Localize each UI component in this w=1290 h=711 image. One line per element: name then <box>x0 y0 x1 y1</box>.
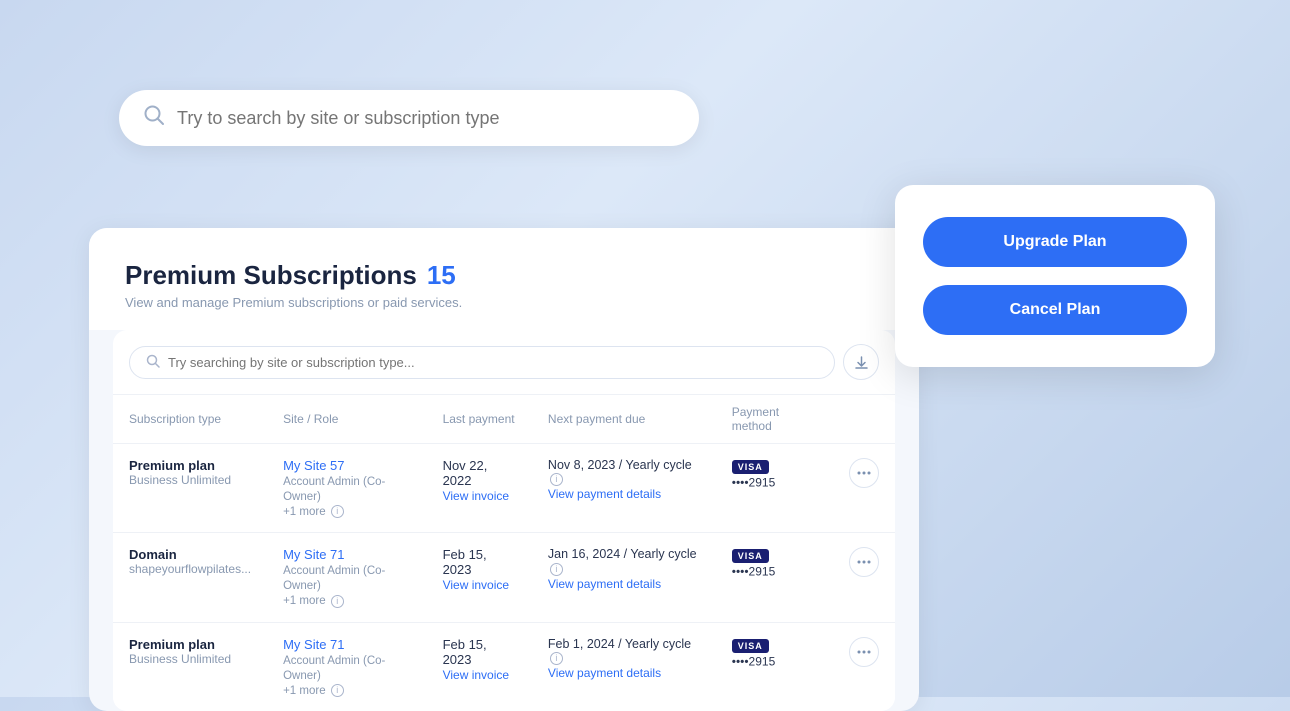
info-icon-2: i <box>331 684 344 697</box>
table-search-inner <box>129 346 835 379</box>
search-bar <box>119 90 699 146</box>
site-role-0: Account Admin (Co-Owner) <box>283 476 385 503</box>
cell-actions-0 <box>833 444 895 533</box>
table-row: Domain shapeyourflowpilates... My Site 7… <box>113 533 895 622</box>
action-card: Upgrade Plan Cancel Plan <box>895 185 1215 367</box>
next-payment-date-0: Nov 8, 2023 / Yearly cycle i <box>548 458 700 486</box>
site-link-2[interactable]: My Site 71 <box>283 637 344 652</box>
visa-badge-0: VISA <box>732 460 769 474</box>
more-dots-button-1[interactable] <box>849 547 879 577</box>
last-payment-date-1: Feb 15, 2023 <box>443 547 516 577</box>
site-link-0[interactable]: My Site 57 <box>283 458 344 473</box>
card-dots-2: ••••2915 <box>732 654 776 668</box>
cell-sub-type-1: Domain shapeyourflowpilates... <box>113 533 267 622</box>
sub-type-sub-1: shapeyourflowpilates... <box>129 562 251 576</box>
cell-site-role-2: My Site 71 Account Admin (Co-Owner) +1 m… <box>267 622 426 711</box>
cell-last-payment-0: Nov 22, 2022 View invoice <box>427 444 532 533</box>
last-payment-date-0: Nov 22, 2022 <box>443 458 516 488</box>
card-dots-1: ••••2915 <box>732 565 776 579</box>
search-icon <box>143 104 165 132</box>
cell-next-payment-0: Nov 8, 2023 / Yearly cycle i View paymen… <box>532 444 716 533</box>
cell-next-payment-2: Feb 1, 2024 / Yearly cycle i View paymen… <box>532 622 716 711</box>
view-invoice-link-1[interactable]: View invoice <box>443 578 509 592</box>
search-input[interactable] <box>177 108 675 129</box>
sub-type-sub-2: Business Unlimited <box>129 652 251 666</box>
col-actions <box>833 395 895 444</box>
panel-title-text: Premium Subscriptions <box>125 260 417 291</box>
info-icon-0: i <box>331 505 344 518</box>
cell-sub-type-2: Premium plan Business Unlimited <box>113 622 267 711</box>
cell-payment-method-0: VISA ••••2915 <box>716 444 833 533</box>
site-role-2: Account Admin (Co-Owner) <box>283 655 385 682</box>
cell-payment-method-2: VISA ••••2915 <box>716 622 833 711</box>
more-link-2: +1 more i <box>283 685 344 697</box>
cell-last-payment-2: Feb 15, 2023 View invoice <box>427 622 532 711</box>
next-info-icon-1: i <box>550 563 563 576</box>
col-last-payment: Last payment <box>427 395 532 444</box>
main-panel: Premium Subscriptions 15 View and manage… <box>89 228 919 711</box>
sub-type-main-2: Premium plan <box>129 637 251 652</box>
search-bar-container <box>119 90 699 146</box>
cell-payment-method-1: VISA ••••2915 <box>716 533 833 622</box>
more-link-0: +1 more i <box>283 506 344 518</box>
view-invoice-link-2[interactable]: View invoice <box>443 668 509 682</box>
col-subscription-type: Subscription type <box>113 395 267 444</box>
next-info-icon-0: i <box>550 473 563 486</box>
view-payment-link-1[interactable]: View payment details <box>548 577 661 591</box>
col-next-payment: Next payment due <box>532 395 716 444</box>
download-button[interactable] <box>843 344 879 380</box>
more-dots-button-0[interactable] <box>849 458 879 488</box>
visa-badge-1: VISA <box>732 549 769 563</box>
cell-actions-2 <box>833 622 895 711</box>
sub-type-main-0: Premium plan <box>129 458 251 473</box>
more-link-1: +1 more i <box>283 595 344 607</box>
info-icon-1: i <box>331 595 344 608</box>
table-row: Premium plan Business Unlimited My Site … <box>113 622 895 711</box>
cell-actions-1 <box>833 533 895 622</box>
cell-next-payment-1: Jan 16, 2024 / Yearly cycle i View payme… <box>532 533 716 622</box>
table-container: Subscription type Site / Role Last payme… <box>113 330 895 711</box>
panel-header: Premium Subscriptions 15 View and manage… <box>89 228 919 330</box>
next-info-icon-2: i <box>550 652 563 665</box>
view-invoice-link-0[interactable]: View invoice <box>443 489 509 503</box>
col-payment-method: Payment method <box>716 395 833 444</box>
panel-subtitle: View and manage Premium subscriptions or… <box>125 295 883 310</box>
next-payment-date-1: Jan 16, 2024 / Yearly cycle i <box>548 547 700 575</box>
view-payment-link-2[interactable]: View payment details <box>548 666 661 680</box>
table-row: Premium plan Business Unlimited My Site … <box>113 444 895 533</box>
visa-badge-2: VISA <box>732 639 769 653</box>
subscriptions-table: Subscription type Site / Role Last payme… <box>113 395 895 711</box>
panel-title: Premium Subscriptions 15 <box>125 260 883 291</box>
panel-title-count: 15 <box>427 260 456 291</box>
card-dots-0: ••••2915 <box>732 475 776 489</box>
table-search-row <box>113 330 895 395</box>
next-payment-date-2: Feb 1, 2024 / Yearly cycle i <box>548 637 700 665</box>
col-site-role: Site / Role <box>267 395 426 444</box>
table-search-icon <box>146 354 160 371</box>
sub-type-main-1: Domain <box>129 547 251 562</box>
site-link-1[interactable]: My Site 71 <box>283 547 344 562</box>
last-payment-date-2: Feb 15, 2023 <box>443 637 516 667</box>
cell-last-payment-1: Feb 15, 2023 View invoice <box>427 533 532 622</box>
site-role-1: Account Admin (Co-Owner) <box>283 565 385 592</box>
sub-type-sub-0: Business Unlimited <box>129 473 251 487</box>
cell-site-role-1: My Site 71 Account Admin (Co-Owner) +1 m… <box>267 533 426 622</box>
view-payment-link-0[interactable]: View payment details <box>548 487 661 501</box>
cancel-plan-button[interactable]: Cancel Plan <box>923 285 1187 335</box>
table-search-input[interactable] <box>168 355 818 370</box>
cell-site-role-0: My Site 57 Account Admin (Co-Owner) +1 m… <box>267 444 426 533</box>
upgrade-plan-button[interactable]: Upgrade Plan <box>923 217 1187 267</box>
more-dots-button-2[interactable] <box>849 637 879 667</box>
cell-sub-type-0: Premium plan Business Unlimited <box>113 444 267 533</box>
